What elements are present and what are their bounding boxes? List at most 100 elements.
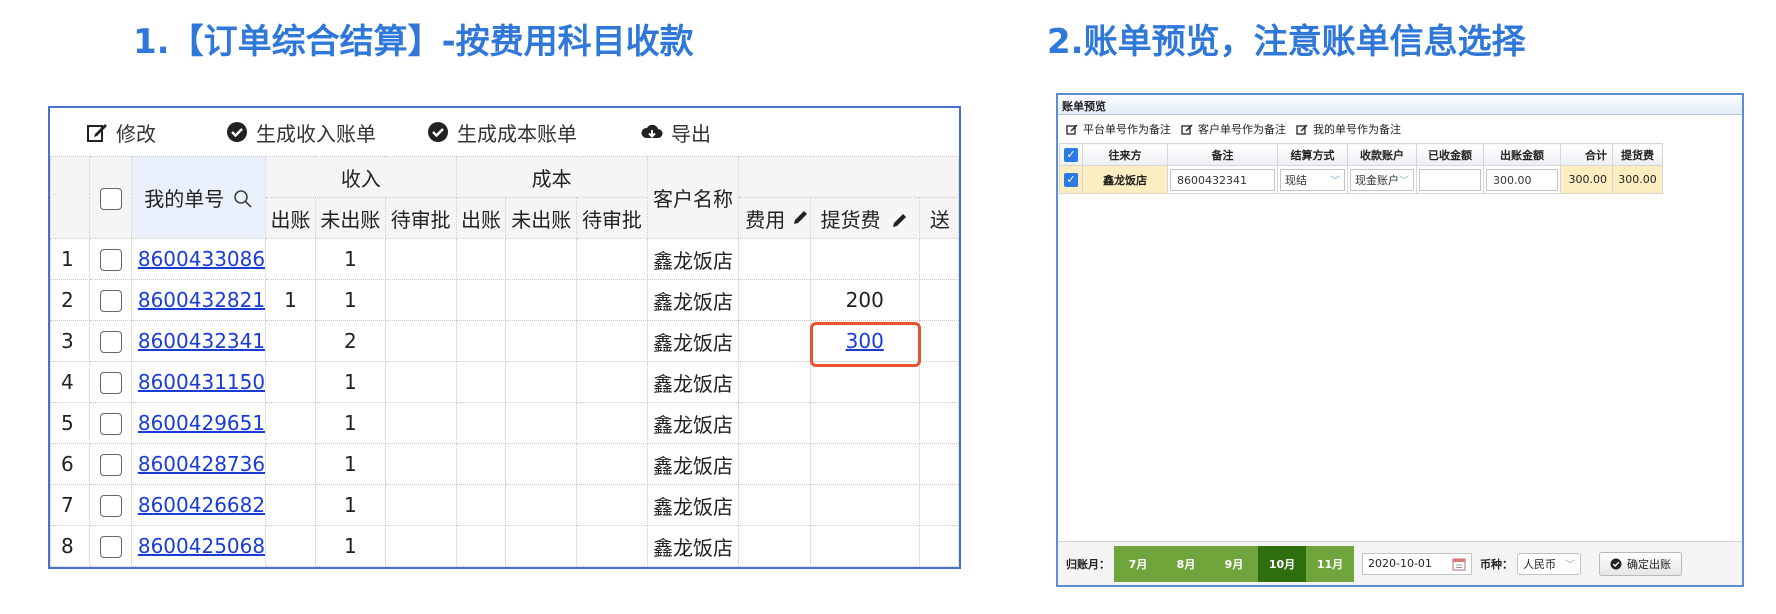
month-tab[interactable]: 7月 (1114, 545, 1162, 582)
cost-pending-cell (576, 443, 648, 485)
pickup-fee-cell (809, 402, 920, 444)
income-billed-cell (265, 525, 316, 567)
pickup-fee-header: 提货费 (1612, 143, 1663, 166)
row-select-cell[interactable] (89, 443, 132, 485)
order-no-link[interactable]: 8600429651 (138, 411, 265, 435)
next-column-cell (918, 279, 959, 321)
next-column-cell (918, 484, 959, 526)
bill-preview-header-row: ✓ 往来方 备注 结算方式 收款账户 已收金额 出账金额 合计 提货费 (1059, 143, 1663, 166)
row-select-cell[interactable] (89, 484, 132, 526)
chevron-down-icon: ﹀ (1330, 176, 1340, 187)
pickup-fee-cell (809, 484, 920, 526)
income-unbilled-cell: 1 (314, 484, 386, 526)
pencil-icon[interactable] (792, 208, 810, 226)
preview-row-select-cell[interactable]: ✓ (1059, 165, 1083, 194)
remark-input[interactable]: 8600432341 (1170, 168, 1275, 191)
month-tab[interactable]: 10月 (1258, 545, 1306, 582)
pencil-icon[interactable] (891, 211, 909, 229)
order-no-link[interactable]: 8600428736 (138, 452, 265, 476)
account-select[interactable]: 现金账户 ﹀ (1350, 168, 1414, 191)
next-column-cell (918, 443, 959, 485)
row-select-cell[interactable] (89, 279, 132, 321)
row-checkbox[interactable] (99, 372, 122, 395)
month-tab[interactable]: 9月 (1210, 545, 1258, 582)
confirm-billing-button[interactable]: 确定出账 (1599, 551, 1682, 576)
order-no-cell: 8600429651 (130, 402, 267, 444)
cost-pending-header: 待审批 (576, 197, 648, 239)
table-row: 5 8600429651 1 鑫龙饭店 (50, 402, 959, 444)
remark-option[interactable]: 我的单号作为备注 (1296, 121, 1401, 137)
row-checkbox[interactable] (99, 290, 122, 313)
income-billed-cell (265, 320, 316, 362)
row-checkbox[interactable] (99, 249, 122, 272)
cost-billed-cell (455, 484, 507, 526)
generate-income-bill-button[interactable]: 生成收入账单 (226, 120, 376, 146)
cost-pending-cell (576, 279, 648, 321)
next-column-cell (918, 238, 959, 280)
bill-amount-input[interactable]: 300.00 (1486, 168, 1558, 191)
settle-method-select[interactable]: 现结 ﹀ (1280, 168, 1345, 191)
pickup-fee-cell (809, 443, 920, 485)
row-select-cell[interactable] (89, 320, 132, 362)
order-no-link[interactable]: 8600425068 (138, 534, 265, 558)
cost-unbilled-cell (505, 443, 578, 485)
calendar-icon[interactable] (1452, 557, 1466, 571)
cost-group-header: 成本 (455, 156, 648, 198)
customer-name-cell: 鑫龙饭店 (646, 238, 740, 280)
select-all-checkbox[interactable] (99, 187, 122, 210)
bill-date-field[interactable]: 2020-10-01 (1362, 552, 1472, 575)
row-checkbox[interactable] (99, 495, 122, 518)
search-icon[interactable] (233, 189, 253, 209)
remark-option[interactable]: 平台单号作为备注 (1066, 121, 1171, 137)
received-cell (1416, 165, 1484, 194)
select-all-cell[interactable] (89, 156, 132, 239)
table-row: 8 8600425068 1 鑫龙饭店 (50, 525, 959, 567)
chevron-down-icon: ﹀ (1399, 176, 1409, 187)
period-label: 归账月： (1066, 557, 1110, 571)
row-checkbox[interactable] (99, 331, 122, 354)
export-button[interactable]: 导出 (641, 120, 711, 146)
preview-row-checkbox[interactable]: ✓ (1064, 172, 1078, 187)
row-select-cell[interactable] (89, 238, 132, 280)
row-checkbox[interactable] (99, 413, 122, 436)
customer-name-cell: 鑫龙饭店 (646, 361, 740, 403)
row-select-cell[interactable] (89, 525, 132, 567)
row-checkbox[interactable] (99, 454, 122, 477)
order-no-link[interactable]: 8600432821 (138, 288, 265, 312)
my-order-no-header-label: 我的单号 (144, 187, 225, 211)
month-tab[interactable]: 8月 (1162, 545, 1210, 582)
settle-method-header: 结算方式 (1277, 143, 1348, 166)
order-no-cell: 8600428736 (130, 443, 267, 485)
order-no-link[interactable]: 8600426682 (138, 493, 265, 517)
order-no-cell: 8600432821 (130, 279, 267, 321)
bill-preview-panel: 账单预览 平台单号作为备注 客户单号作为备注 我的单号作为备注 ✓ 往来方 备注 结… (1056, 93, 1744, 587)
month-tab[interactable]: 11月 (1306, 545, 1354, 582)
income-billed-cell: 1 (265, 279, 316, 321)
cost-unbilled-cell (505, 525, 578, 567)
order-settlement-grid: 修改 生成收入账单 生成成本账单 导出 我的单号 收入 成本 客户名称 出账 未… (48, 106, 961, 569)
fee-cell (738, 320, 811, 362)
check-circle-icon (1610, 558, 1622, 569)
fee-column-header-partial[interactable]: 费用 (738, 197, 811, 239)
preview-select-all-checkbox[interactable]: ✓ (1064, 147, 1078, 162)
generate-cost-bill-button[interactable]: 生成成本账单 (427, 120, 577, 146)
order-no-link[interactable]: 8600433086 (138, 247, 265, 271)
my-order-no-header[interactable]: 我的单号 (130, 156, 267, 239)
row-select-cell[interactable] (89, 402, 132, 444)
income-pending-cell (384, 279, 457, 321)
currency-select[interactable]: 人民币 ﹀ (1517, 552, 1581, 575)
edit-button[interactable]: 修改 (86, 120, 156, 146)
account-header: 收款账户 (1347, 143, 1417, 166)
order-no-link[interactable]: 8600431150 (138, 370, 265, 394)
row-checkbox[interactable] (99, 536, 122, 559)
income-unbilled-cell: 1 (314, 443, 386, 485)
income-unbilled-header: 未出账 (314, 197, 386, 239)
order-no-link[interactable]: 8600432341 (138, 329, 265, 353)
export-label: 导出 (671, 121, 711, 146)
received-input[interactable] (1419, 168, 1481, 191)
pickup-fee-header[interactable]: 提货费 (809, 197, 920, 239)
row-select-cell[interactable] (89, 361, 132, 403)
table-header-row-top: 我的单号 收入 成本 客户名称 (50, 156, 959, 239)
preview-select-all-cell[interactable]: ✓ (1059, 143, 1083, 166)
remark-option[interactable]: 客户单号作为备注 (1181, 121, 1286, 137)
